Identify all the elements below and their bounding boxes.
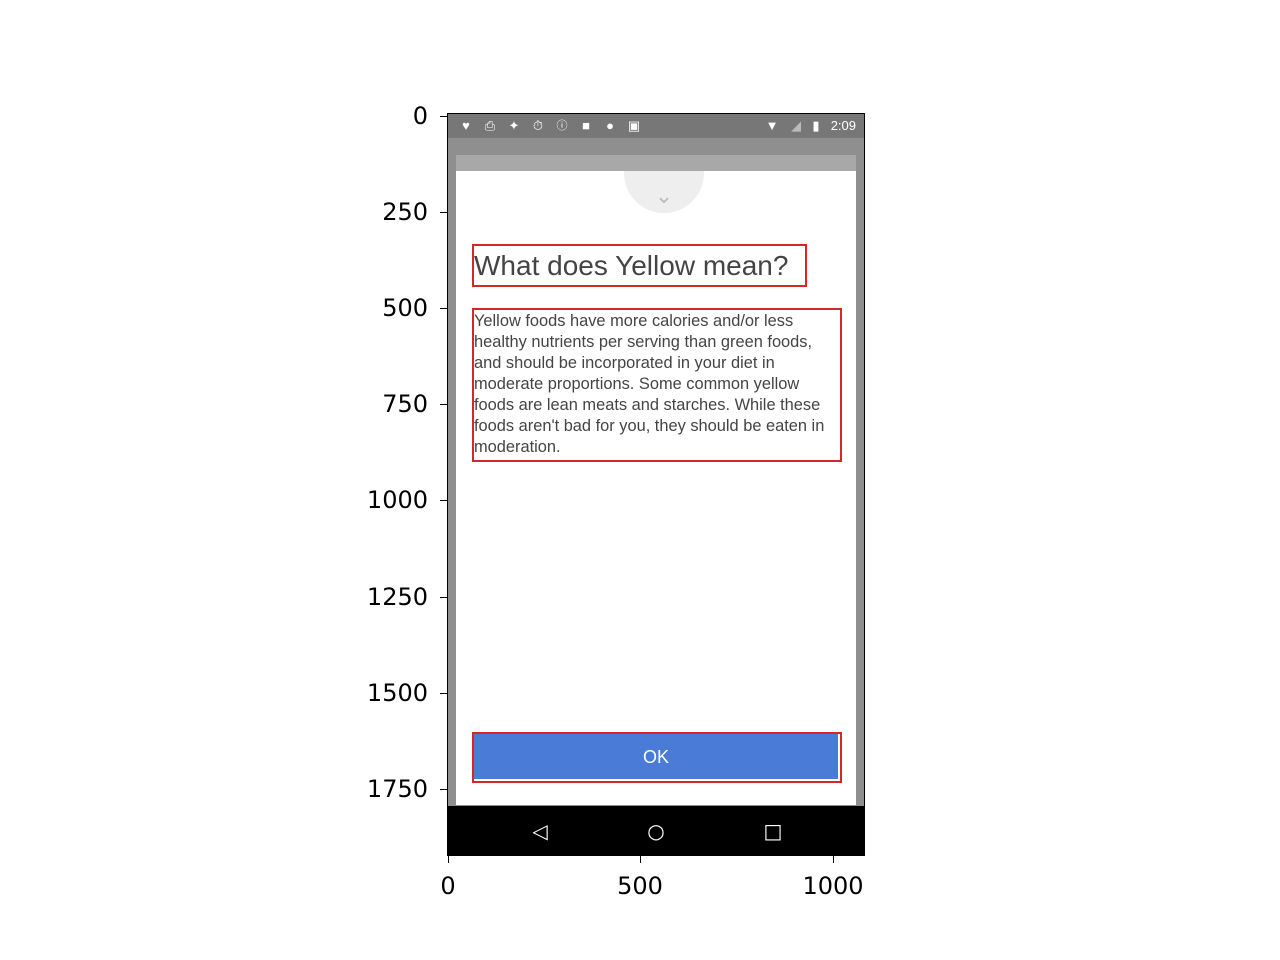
bottom-sheet-dialog: ⌄ What does Yellow mean? Yellow foods ha…: [456, 171, 856, 805]
screenshot-image: ♥ ⎙ ✦ ⏱ ⓘ ■ ● ▣ ▼ ◢ ▮ 2:09 ⌄ What does Y…: [448, 114, 864, 855]
no-signal-icon: ◢: [791, 118, 801, 133]
home-circle-icon[interactable]: ○: [642, 817, 670, 845]
x-tick: [448, 856, 449, 863]
x-tick-label: 0: [440, 872, 456, 900]
briefcase-icon: ▣: [627, 118, 641, 133]
y-tick-label: 750: [382, 390, 428, 418]
y-tick-label: 1250: [366, 583, 428, 611]
pedometer-icon: ✦: [508, 118, 520, 133]
x-tick: [833, 856, 834, 863]
navigation-bar: ◁ ○ □: [448, 806, 864, 855]
y-tick: [440, 789, 447, 790]
y-tick-label: 1500: [366, 679, 428, 707]
wifi-icon: ▼: [765, 118, 779, 133]
y-tick: [440, 597, 447, 598]
recents-square-icon[interactable]: □: [759, 817, 787, 845]
chevron-down-icon: ⌄: [654, 184, 674, 209]
y-tick-label: 1750: [366, 775, 428, 803]
y-tick-label: 1000: [366, 486, 428, 514]
download-icon: ⎙: [484, 118, 496, 133]
x-tick-label: 1000: [802, 872, 864, 900]
y-tick-label: 250: [382, 198, 428, 226]
timer-icon: ⏱: [532, 118, 544, 133]
x-tick-label: 500: [617, 872, 663, 900]
y-tick: [440, 500, 447, 501]
y-tick: [440, 404, 447, 405]
y-tick: [440, 116, 447, 117]
lock-icon: ■: [582, 118, 590, 133]
y-tick: [440, 308, 447, 309]
figure: ♥ ⎙ ✦ ⏱ ⓘ ■ ● ▣ ▼ ◢ ▮ 2:09 ⌄ What does Y…: [0, 0, 1280, 960]
x-tick: [640, 856, 641, 863]
battery-icon: ▮: [812, 118, 820, 133]
axis-spine-right: [864, 114, 865, 856]
axis-spine-top: [447, 113, 865, 114]
y-tick-label: 500: [382, 294, 428, 322]
android-icon: ●: [606, 118, 614, 133]
y-tick: [440, 693, 447, 694]
ok-button[interactable]: OK: [474, 733, 838, 779]
y-tick-label: 0: [412, 102, 428, 130]
back-triangle-icon[interactable]: ◁: [526, 817, 554, 845]
dialog-body-text: Yellow foods have more calories and/or l…: [474, 312, 825, 456]
y-tick: [440, 212, 447, 213]
status-bar: ♥ ⎙ ✦ ⏱ ⓘ ■ ● ▣ ▼ ◢ ▮ 2:09: [448, 114, 864, 138]
info-icon: ⓘ: [556, 120, 568, 132]
heart-icon: ♥: [462, 118, 470, 133]
axis-spine-left: [447, 114, 448, 856]
sheet-top-strip: [456, 155, 856, 171]
status-time: 2:09: [830, 118, 856, 133]
dialog-title: What does Yellow mean?: [474, 250, 789, 281]
axis-spine-bottom: [447, 855, 865, 856]
